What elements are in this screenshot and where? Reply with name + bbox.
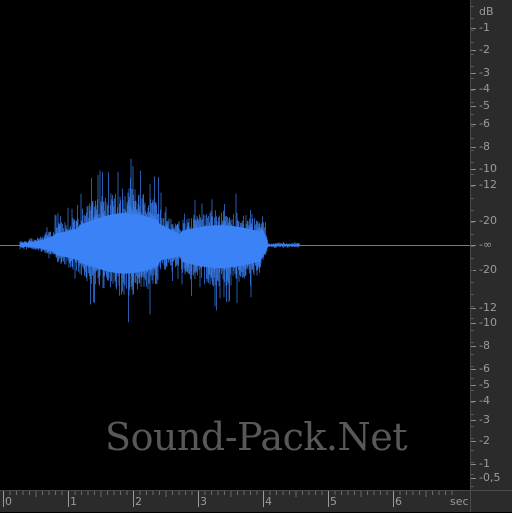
time-label: 0 [5, 495, 12, 508]
time-label: 4 [265, 495, 272, 508]
db-label: -∞ [479, 238, 493, 251]
db-label: -2 [479, 434, 490, 447]
db-label: -8 [479, 140, 490, 153]
db-label: -20 [479, 263, 497, 276]
time-label: 1 [70, 495, 77, 508]
db-label: -12 [479, 301, 497, 314]
db-label: -12 [479, 178, 497, 191]
time-label: 5 [330, 495, 337, 508]
db-label: -1 [479, 21, 490, 34]
db-label: -0,5 [479, 471, 501, 484]
waveform-display[interactable] [0, 0, 470, 490]
db-label: -2 [479, 43, 490, 56]
time-label: 2 [135, 495, 142, 508]
db-label: -6 [479, 362, 490, 375]
db-label: -20 [479, 214, 497, 227]
time-label: 3 [200, 495, 207, 508]
db-scale-ruler[interactable]: dB -1 -2 -3 -4 -5 -6 -8 -10 -12 -20 -∞ -20 -12 -10 -8 -… [470, 0, 512, 490]
ruler-corner [470, 490, 512, 512]
db-label: -4 [479, 82, 490, 95]
time-scale-ruler[interactable]: sec 0 1 2 3 4 5 6 [0, 490, 470, 512]
db-label: -6 [479, 117, 490, 130]
db-label: -10 [479, 316, 497, 329]
db-label: -3 [479, 413, 490, 426]
time-label: 6 [395, 495, 402, 508]
db-label: -8 [479, 339, 490, 352]
db-label: -5 [479, 99, 490, 112]
db-label: -3 [479, 66, 490, 79]
waveform-graph[interactable] [0, 0, 470, 490]
db-label: -1 [479, 457, 490, 470]
db-unit-label: dB [479, 5, 494, 18]
db-label: -4 [479, 394, 490, 407]
time-unit-label: sec [450, 495, 469, 508]
db-label: -5 [479, 378, 490, 391]
db-label: -10 [479, 162, 497, 175]
